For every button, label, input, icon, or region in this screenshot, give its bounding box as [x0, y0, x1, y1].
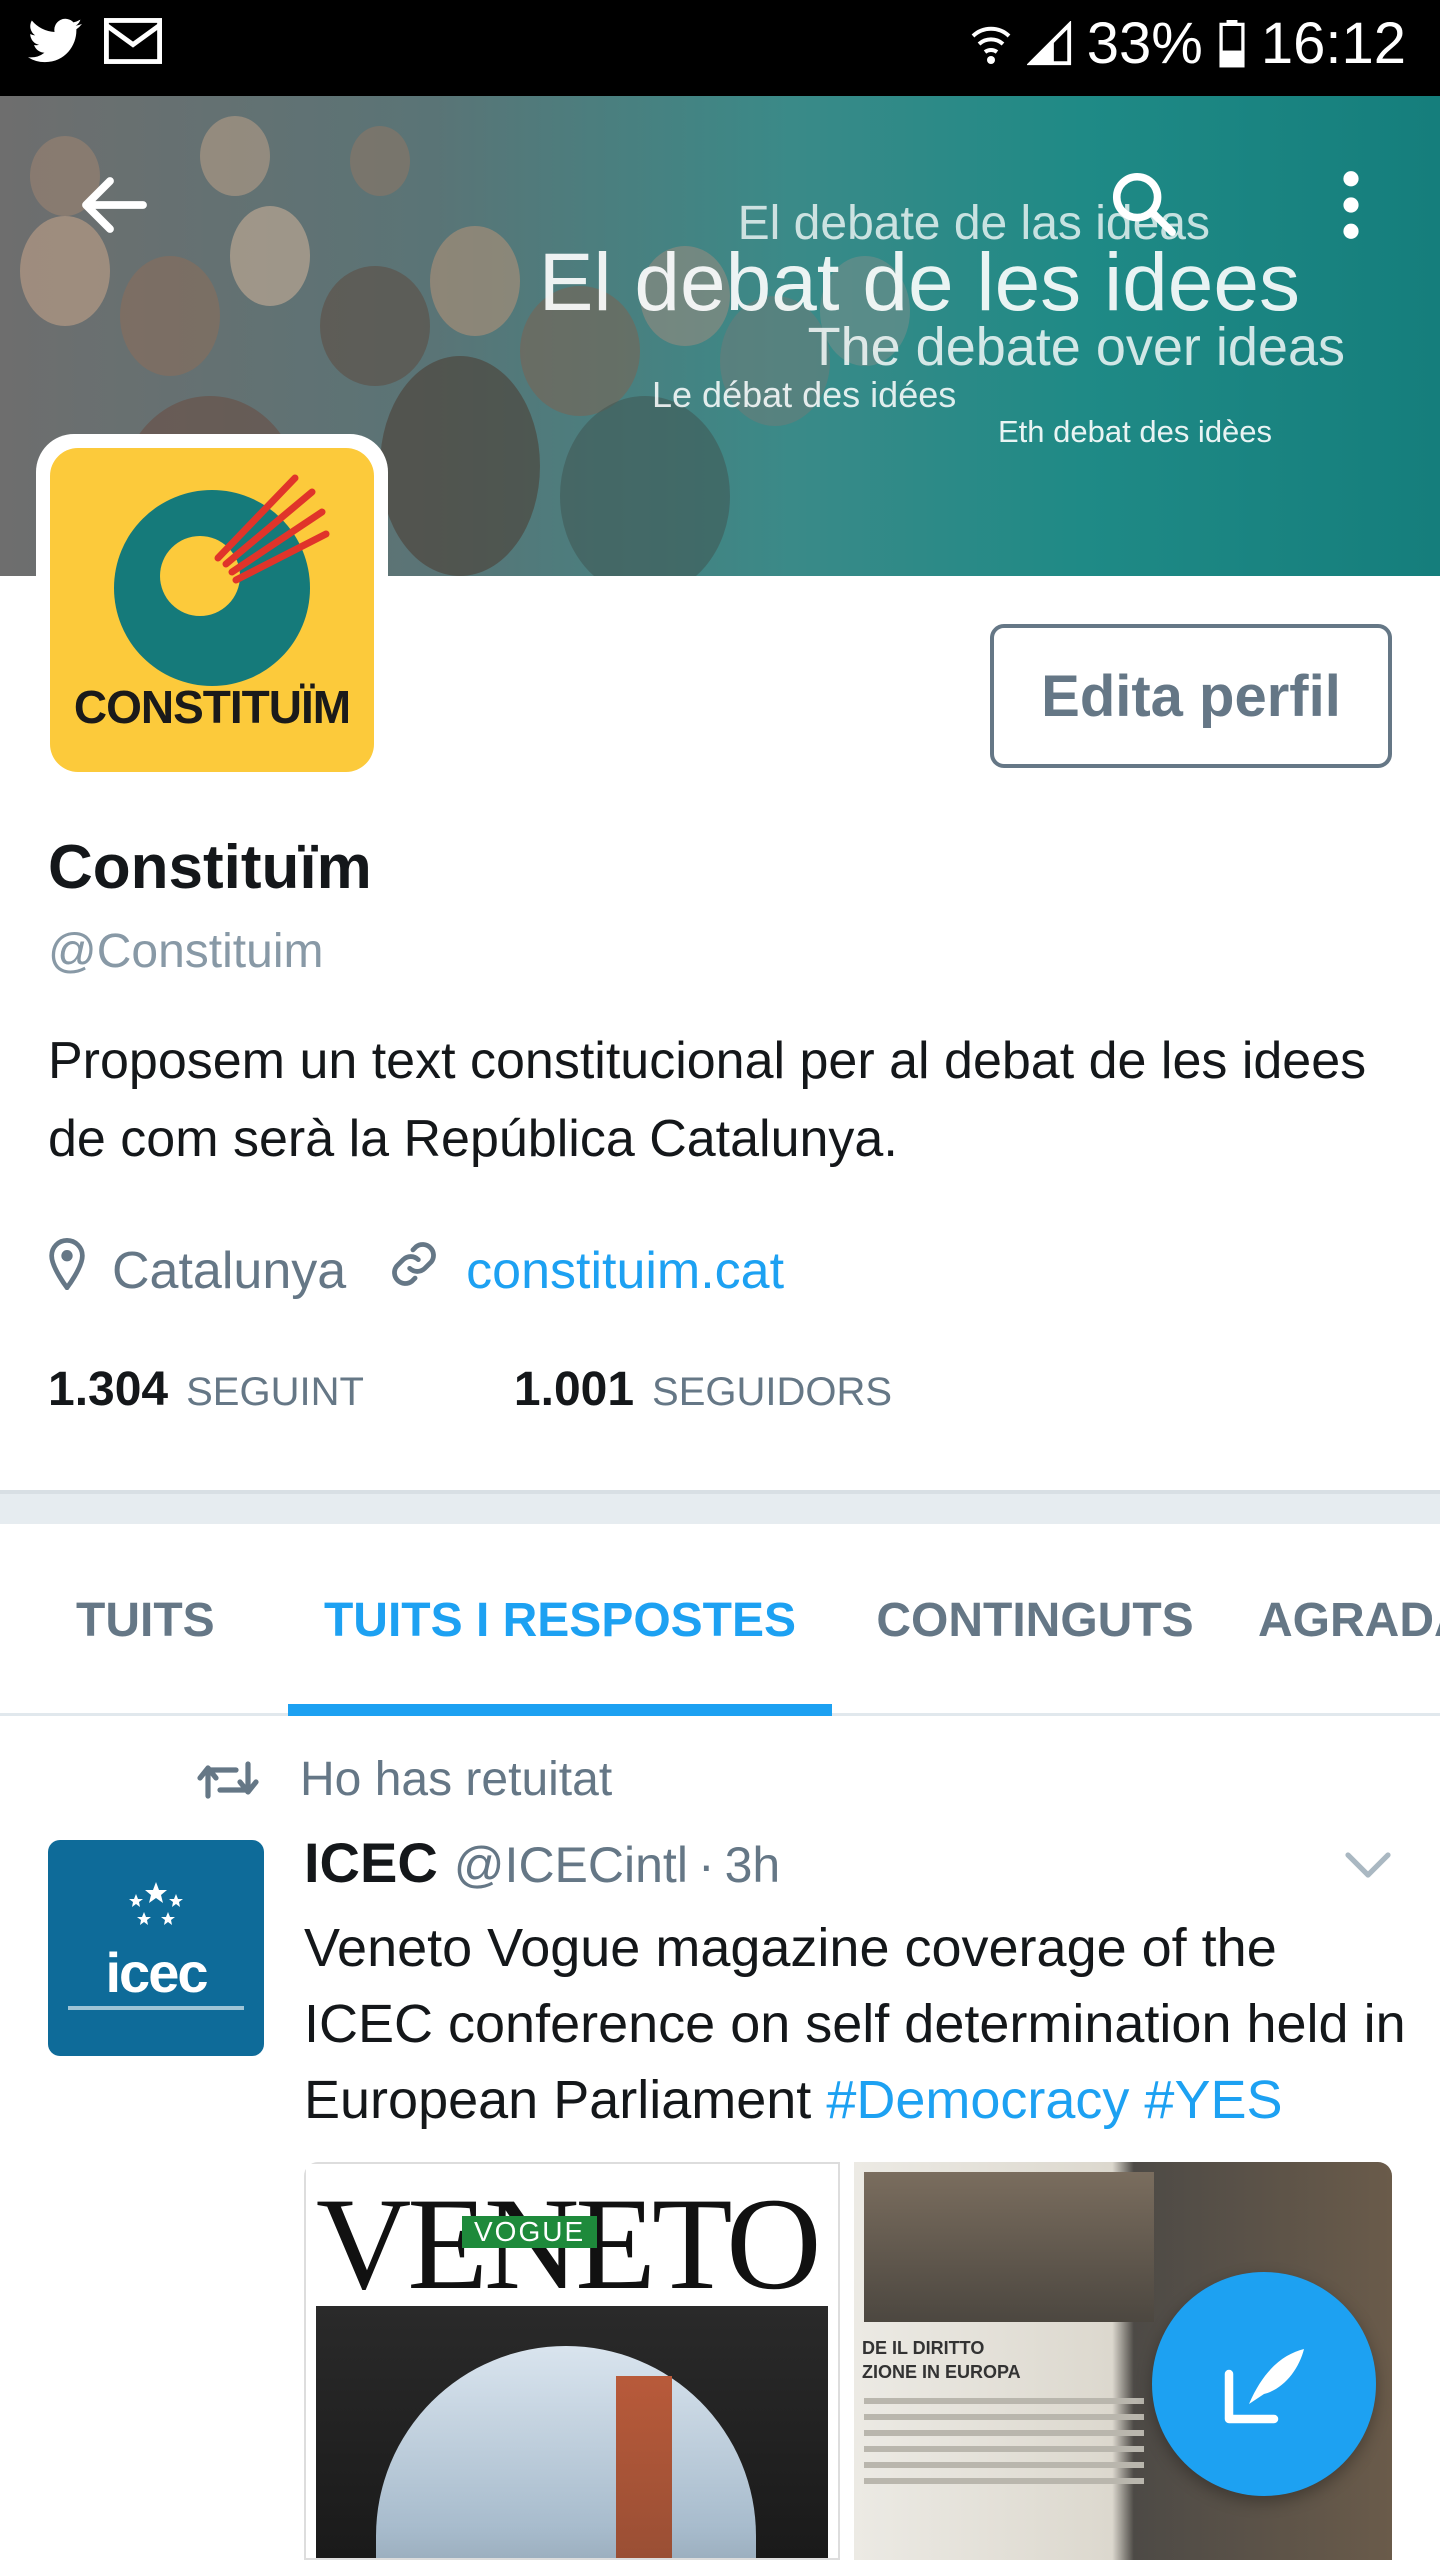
tweet-separator: ·	[697, 1837, 715, 1893]
profile-location: Catalunya	[112, 1241, 347, 1300]
tab-agrada[interactable]: AGRADA	[1258, 1524, 1440, 1716]
hashtag-democracy[interactable]: #Democracy	[826, 2070, 1129, 2130]
more-vertical-icon	[1343, 171, 1359, 239]
tweet-text: Veneto Vogue magazine coverage of the IC…	[304, 1910, 1414, 2138]
back-button[interactable]	[68, 160, 158, 250]
tweet-author-handle[interactable]: @ICECintl	[454, 1836, 688, 1894]
cover-tower	[616, 2376, 672, 2558]
article-heading-1: DE IL DIRITTO	[862, 2338, 985, 2358]
tab-continguts[interactable]: CONTINGUTS	[862, 1524, 1208, 1716]
twitter-icon	[28, 18, 82, 64]
profile-meta: Catalunya constituim.cat	[48, 1237, 784, 1303]
chevron-down-icon	[1345, 1852, 1391, 1878]
tweet-author-name[interactable]: ICEC	[304, 1830, 438, 1895]
article-text-lines	[864, 2398, 1144, 2494]
magazine-label: VOGUE	[462, 2216, 598, 2248]
cover-photo	[316, 2306, 828, 2558]
active-tab-indicator	[288, 1704, 832, 1716]
retweet-context: Ho has retuitat	[196, 1752, 612, 1807]
wifi-icon	[969, 20, 1013, 68]
followers-stat[interactable]: 1.001 SEGUIDORS	[514, 1362, 892, 1417]
signal-icon	[1026, 20, 1073, 67]
banner-line-fr: Le débat des idées	[652, 374, 957, 415]
tweet-timestamp: 3h	[724, 1837, 781, 1893]
compose-tweet-button[interactable]	[1152, 2272, 1376, 2496]
search-icon	[1112, 172, 1176, 236]
cover-arch	[376, 2346, 756, 2558]
tweet-author-avatar[interactable]: icec	[48, 1840, 264, 2056]
tab-tuits-i-respostes[interactable]: TUITS I RESPOSTES	[288, 1524, 832, 1716]
profile-name: Constituïm	[48, 833, 372, 902]
profile-website-link[interactable]: constituim.cat	[466, 1241, 784, 1301]
profile-avatar[interactable]: CONSTITUÏM	[36, 434, 388, 786]
banner-line-oc: Eth debat des idèes	[998, 414, 1273, 449]
following-count: 1.304	[48, 1363, 169, 1416]
profile-bio: Proposem un text constitucional per al d…	[48, 1032, 1367, 1168]
tweet-header: ICEC @ICECintl · 3h	[304, 1830, 780, 1895]
section-divider	[0, 1490, 1440, 1524]
following-label: SEGUINT	[186, 1370, 364, 1414]
profile-stats: 1.304 SEGUINT 1.001 SEGUIDORS	[48, 1362, 892, 1417]
icec-logo-rule	[68, 2006, 244, 2010]
clock: 16:12	[1260, 11, 1406, 76]
followers-count: 1.001	[513, 1363, 635, 1416]
more-options-button[interactable]	[1306, 160, 1396, 250]
constituim-logo: CONSTITUÏM	[50, 448, 374, 772]
retweet-note: Ho has retuitat	[300, 1753, 613, 1806]
battery-percent: 33%	[1086, 11, 1203, 76]
retweet-icon	[197, 1760, 259, 1799]
compose-quill-icon	[1224, 2349, 1304, 2424]
hashtag-yes[interactable]: #YES	[1144, 2070, 1282, 2130]
avatar-wordmark: CONSTITUÏM	[73, 681, 351, 733]
arrow-left-icon	[82, 177, 147, 233]
location-pin-icon	[48, 1237, 86, 1303]
media-image-magazine-cover[interactable]: VENETO VOGUE	[304, 2162, 840, 2560]
mail-icon	[104, 18, 162, 64]
status-bar: 33% 16:12	[0, 0, 1440, 96]
tweet-menu-button[interactable]	[1344, 1850, 1392, 1885]
article-photo	[864, 2172, 1154, 2322]
tab-tuits[interactable]: TUITS	[48, 1524, 238, 1716]
profile-handle: @Constituim	[48, 925, 324, 978]
edit-profile-button[interactable]: Edita perfil	[990, 624, 1392, 768]
icec-logo-text: icec	[105, 1941, 209, 2004]
profile-tabs: TUITS TUITS I RESPOSTES CONTINGUTS AGRAD…	[0, 1524, 1440, 1716]
link-icon	[388, 1238, 440, 1303]
search-button[interactable]	[1098, 158, 1188, 248]
followers-label: SEGUIDORS	[652, 1370, 893, 1414]
star-circle-icon	[129, 1882, 183, 1925]
following-stat[interactable]: 1.304 SEGUINT	[48, 1362, 364, 1417]
article-heading-2: ZIONE IN EUROPA	[862, 2362, 1021, 2382]
banner-line-en: The debate over ideas	[807, 317, 1345, 377]
battery-icon	[1217, 19, 1247, 68]
